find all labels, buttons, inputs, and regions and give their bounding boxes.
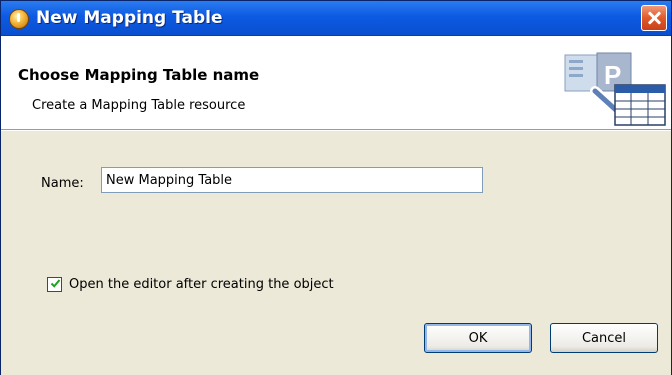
window-title: New Mapping Table	[36, 8, 223, 28]
page-description: Create a Mapping Table resource	[32, 98, 246, 113]
name-input[interactable]	[101, 167, 483, 193]
name-label: Name:	[41, 176, 84, 191]
open-editor-checkbox[interactable]	[47, 277, 62, 292]
wizard-header: Choose Mapping Table name Create a Mappi…	[1, 36, 671, 129]
open-editor-label[interactable]: Open the editor after creating the objec…	[69, 277, 334, 292]
ok-button[interactable]: OK	[424, 323, 532, 353]
close-icon[interactable]	[641, 5, 667, 31]
checkmark-icon	[50, 279, 61, 288]
wizard-table-graphic: P	[564, 52, 666, 126]
page-title: Choose Mapping Table name	[18, 66, 260, 84]
dialog-window: New Mapping Table Choose Mapping Table n…	[0, 0, 672, 375]
title-bar[interactable]: New Mapping Table	[1, 1, 671, 36]
dialog-content: Name: Open the editor after creating the…	[1, 131, 671, 375]
cancel-button[interactable]: Cancel	[550, 323, 658, 353]
app-icon	[9, 9, 29, 29]
